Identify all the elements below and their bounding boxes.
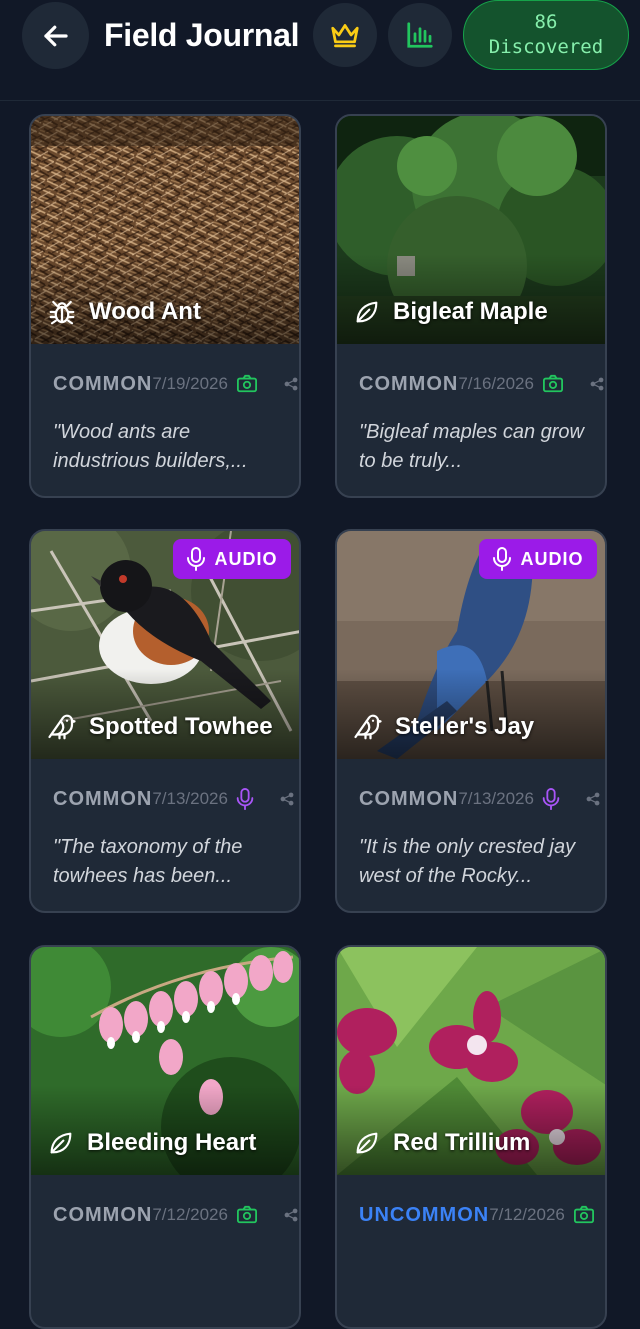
page-title: Field Journal — [104, 17, 300, 53]
date-label: 7/12/2026 — [489, 1205, 565, 1224]
mic-icon — [492, 547, 511, 571]
app-header: Field Journal 86 Discovered — [0, 0, 640, 101]
leaf-icon — [50, 1132, 72, 1154]
species-name: Spotted Towhee — [47, 709, 273, 745]
discovered-label: Discovered — [488, 36, 604, 58]
species-card[interactable]: AUDIO Steller's Jay COMMON 7/13/2026 "It… — [335, 529, 607, 913]
species-name: Wood Ant — [47, 294, 201, 330]
share-button[interactable] — [586, 792, 600, 806]
bird-icon — [48, 714, 76, 740]
rarity-label: COMMON — [359, 372, 459, 395]
date-label: 7/13/2026 — [458, 789, 534, 808]
species-card[interactable]: Red Trillium UNCOMMON 7/12/2026 — [335, 945, 607, 1329]
back-button[interactable] — [22, 2, 89, 69]
rarity-label: COMMON — [53, 372, 153, 395]
species-quote: "Bigleaf maples can grow to be truly... — [359, 421, 584, 472]
rarity-label: COMMON — [53, 1203, 153, 1226]
camera-icon — [573, 1205, 594, 1224]
crown-icon — [331, 24, 359, 48]
species-card[interactable]: Wood Ant COMMON 7/19/2026 "Wood ants are… — [29, 114, 301, 498]
share-icon — [590, 377, 604, 391]
date-label: 7/13/2026 — [152, 789, 228, 808]
card-meta: COMMON 7/13/2026 — [53, 787, 299, 811]
date-label: 7/12/2026 — [152, 1205, 228, 1224]
share-button[interactable] — [284, 1208, 298, 1222]
mic-icon — [542, 788, 560, 810]
card-meta: COMMON 7/12/2026 — [53, 1203, 299, 1227]
share-icon — [284, 1208, 298, 1222]
share-icon — [284, 377, 298, 391]
bar-chart-icon — [407, 22, 433, 48]
card-meta: UNCOMMON 7/12/2026 — [359, 1203, 605, 1227]
species-quote: "The taxonomy of the towhees has been... — [53, 836, 243, 887]
species-name: Red Trillium — [353, 1125, 530, 1161]
share-button[interactable] — [284, 377, 298, 391]
camera-icon — [236, 374, 257, 393]
species-name: Steller's Jay — [353, 709, 534, 745]
leaf-icon — [356, 1132, 378, 1154]
rarity-label: COMMON — [53, 787, 153, 810]
card-meta: COMMON 7/16/2026 — [359, 372, 605, 396]
species-quote: "Wood ants are industrious builders,... — [53, 421, 248, 472]
camera-icon — [542, 374, 563, 393]
rarity-label: UNCOMMON — [359, 1203, 490, 1226]
species-name: Bleeding Heart — [47, 1125, 256, 1161]
card-meta: COMMON 7/13/2026 — [359, 787, 605, 811]
species-card[interactable]: Bigleaf Maple COMMON 7/16/2026 "Bigleaf … — [335, 114, 607, 498]
rarity-label: COMMON — [359, 787, 459, 810]
species-card[interactable]: AUDIO Spotted Towhee COMMON 7/13/2026 "T… — [29, 529, 301, 913]
audio-badge: AUDIO — [479, 539, 597, 579]
species-card[interactable]: Bleeding Heart COMMON 7/12/2026 — [29, 945, 301, 1329]
share-button[interactable] — [280, 792, 294, 806]
share-icon — [280, 792, 294, 806]
stats-button[interactable] — [388, 3, 452, 67]
mic-icon — [236, 788, 254, 810]
discovered-counter[interactable]: 86 Discovered — [463, 0, 629, 70]
bug-icon — [49, 300, 75, 325]
discovered-count: 86 — [534, 11, 558, 33]
audio-badge: AUDIO — [173, 539, 291, 579]
arrow-left-icon — [43, 25, 68, 46]
date-label: 7/16/2026 — [458, 374, 534, 393]
camera-icon — [236, 1205, 257, 1224]
species-quote: "It is the only crested jay west of the … — [359, 836, 576, 887]
share-icon — [586, 792, 600, 806]
date-label: 7/19/2026 — [152, 374, 228, 393]
share-button[interactable] — [590, 377, 604, 391]
mic-icon — [186, 547, 205, 571]
achievements-button[interactable] — [313, 3, 377, 67]
card-meta: COMMON 7/19/2026 — [53, 372, 299, 396]
bird-icon — [354, 714, 382, 740]
species-name: Bigleaf Maple — [353, 294, 548, 330]
leaf-icon — [356, 301, 378, 323]
